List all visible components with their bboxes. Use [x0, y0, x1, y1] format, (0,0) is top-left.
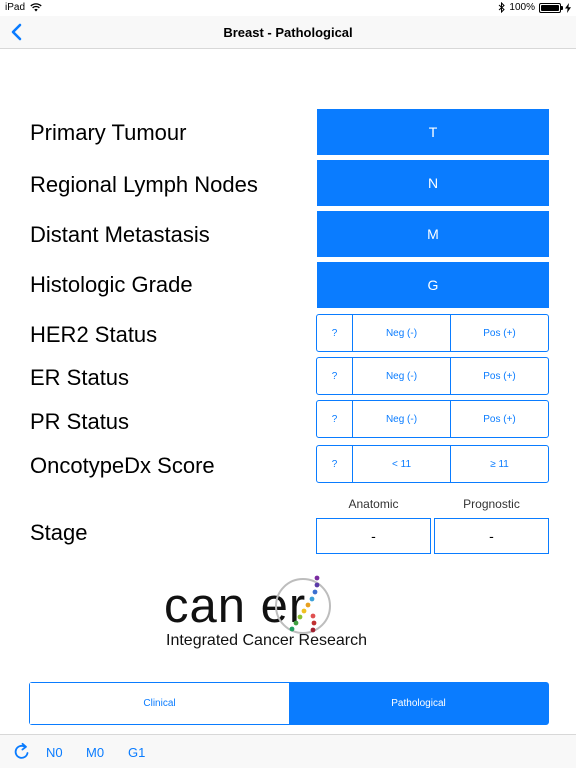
device-name: iPad [5, 2, 26, 13]
er-unknown-option[interactable]: ? [317, 358, 352, 394]
dna-x-logo-icon [275, 575, 331, 634]
pr-negative-option[interactable]: Neg (-) [352, 401, 450, 437]
wifi-icon [30, 3, 42, 12]
pr-status-segmented: ? Neg (-) Pos (+) [316, 400, 549, 438]
toolbar-n-value[interactable]: N0 [46, 745, 63, 760]
histologic-grade-button[interactable]: G [317, 262, 549, 308]
toolbar-m-value[interactable]: M0 [86, 745, 104, 760]
pr-positive-option[interactable]: Pos (+) [450, 401, 548, 437]
regional-lymph-nodes-button[interactable]: N [317, 160, 549, 206]
er-status-label: ER Status [30, 365, 130, 390]
mode-segmented-control: Clinical Pathological [29, 682, 549, 725]
oncotypedx-low-option[interactable]: < 11 [352, 446, 450, 482]
her2-unknown-option[interactable]: ? [317, 315, 352, 351]
pathological-tab[interactable]: Pathological [289, 683, 548, 724]
oncotypedx-score-segmented: ? < 11 ≥ 11 [316, 445, 549, 483]
her2-negative-option[interactable]: Neg (-) [352, 315, 450, 351]
anatomic-header: Anatomic [348, 497, 399, 511]
battery-icon [539, 2, 563, 13]
clinical-tab[interactable]: Clinical [30, 683, 289, 724]
cancer-logo: can er Integrated Cancer Research [160, 566, 420, 661]
er-status-segmented: ? Neg (-) Pos (+) [316, 357, 549, 395]
status-right: 100% [498, 2, 571, 13]
page-title: Breast - Pathological [223, 25, 353, 40]
pr-status-label: PR Status [30, 409, 130, 434]
stage-label: Stage [30, 520, 88, 545]
navigation-bar: Breast - Pathological [0, 16, 576, 49]
regional-lymph-nodes-label: Regional Lymph Nodes [30, 172, 258, 197]
her2-positive-option[interactable]: Pos (+) [450, 315, 548, 351]
bottom-toolbar: N0 M0 G1 [0, 734, 576, 768]
primary-tumour-button[interactable]: T [317, 109, 549, 155]
er-positive-option[interactable]: Pos (+) [450, 358, 548, 394]
prognostic-stage-value: - [434, 518, 549, 554]
pr-unknown-option[interactable]: ? [317, 401, 352, 437]
distant-metastasis-button[interactable]: M [317, 211, 549, 257]
logo-subtitle: Integrated Cancer Research [166, 632, 367, 649]
distant-metastasis-label: Distant Metastasis [30, 222, 210, 247]
oncotypedx-high-option[interactable]: ≥ 11 [450, 446, 548, 482]
status-bar: iPad 100% [0, 0, 576, 16]
prognostic-header: Prognostic [463, 497, 520, 511]
bluetooth-icon [499, 2, 506, 13]
er-negative-option[interactable]: Neg (-) [352, 358, 450, 394]
oncotypedx-score-label: OncotypeDx Score [30, 453, 215, 478]
refresh-icon[interactable] [12, 742, 32, 762]
charging-icon [565, 2, 571, 13]
battery-fill [541, 4, 559, 11]
status-left: iPad [5, 2, 42, 13]
battery-percent: 100% [509, 2, 535, 13]
her2-status-label: HER2 Status [30, 322, 158, 347]
her2-status-segmented: ? Neg (-) Pos (+) [316, 314, 549, 352]
toolbar-g-value[interactable]: G1 [128, 745, 145, 760]
histologic-grade-label: Histologic Grade [30, 272, 193, 297]
anatomic-stage-value: - [316, 518, 431, 554]
primary-tumour-label: Primary Tumour [30, 120, 187, 145]
oncotypedx-unknown-option[interactable]: ? [317, 446, 352, 482]
